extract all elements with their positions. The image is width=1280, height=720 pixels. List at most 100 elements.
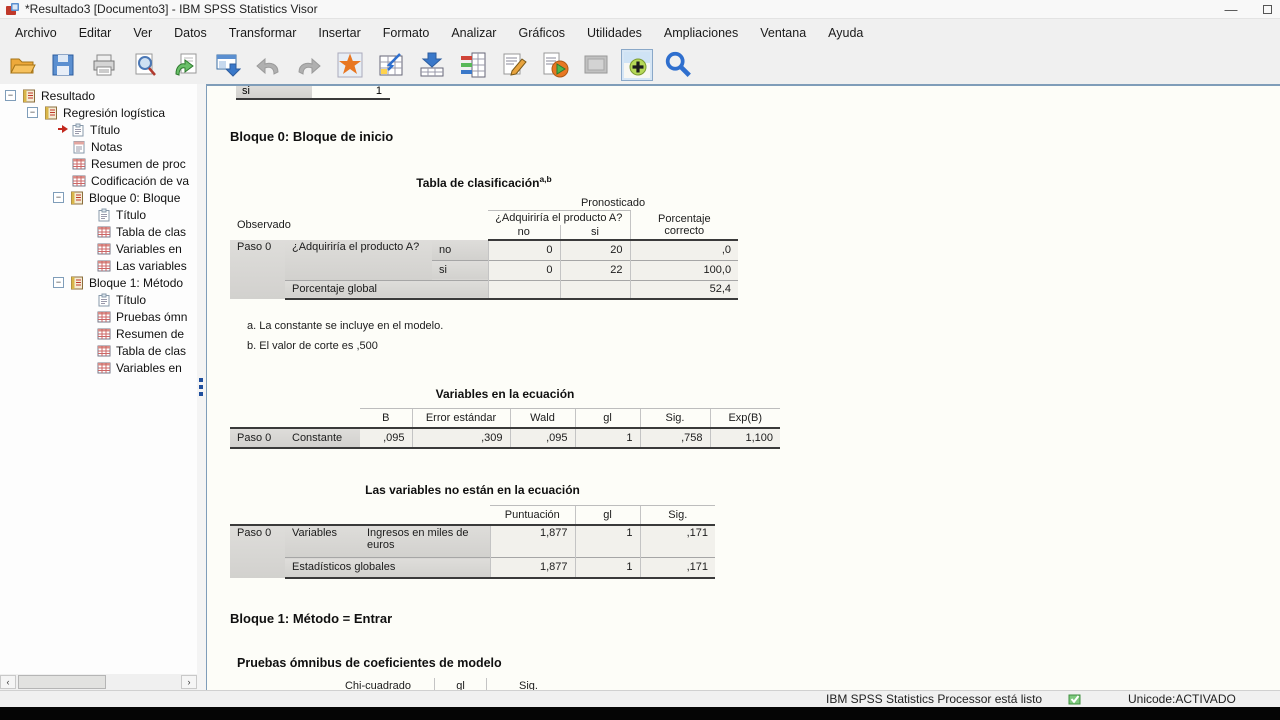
classification-footnote-a: a. La constante se incluye en el modelo. (247, 320, 444, 332)
table-icon (97, 242, 112, 256)
undo-icon[interactable] (252, 49, 284, 81)
edit-output-icon[interactable] (498, 49, 530, 81)
omnibus-title[interactable]: Pruebas ómnibus de coeficientes de model… (237, 656, 502, 670)
title-icon (71, 123, 86, 137)
menu-ver[interactable]: Ver (122, 22, 163, 44)
main-area: − Resultado − Regresión logística Título… (0, 84, 1280, 690)
maximize-button[interactable] (1252, 0, 1280, 18)
table-icon (97, 361, 112, 375)
clipped-table-fragment[interactable]: si 1 (236, 86, 390, 100)
scrollbar-thumb[interactable] (18, 675, 106, 689)
collapse-icon[interactable]: − (53, 277, 64, 288)
unicode-status: Unicode:ACTIVADO (1128, 692, 1236, 706)
table-icon (97, 225, 112, 239)
pane-splitter[interactable] (197, 84, 206, 690)
menu-graficos[interactable]: Gráficos (507, 22, 576, 44)
classification-table-title[interactable]: Tabla de clasificacióna,b (230, 174, 738, 190)
minimize-button[interactable]: — (1216, 0, 1246, 18)
table-icon (97, 259, 112, 273)
title-icon (97, 208, 112, 222)
spss-viewer-window: *Resultado3 [Documento3] - IBM SPSS Stat… (0, 0, 1280, 720)
table-icon (97, 310, 112, 324)
status-bar: IBM SPSS Statistics Processor está listo… (0, 690, 1280, 707)
menu-insertar[interactable]: Insertar (307, 22, 371, 44)
menu-utilidades[interactable]: Utilidades (576, 22, 653, 44)
tree-item-pruebas-omnibus[interactable]: Pruebas ómn (0, 308, 197, 325)
menu-analizar[interactable]: Analizar (440, 22, 507, 44)
scroll-right-icon[interactable]: › (181, 675, 197, 689)
outline-pane: − Resultado − Regresión logística Título… (0, 84, 197, 674)
current-item-arrow-icon (58, 123, 69, 137)
menu-ventana[interactable]: Ventana (749, 22, 817, 44)
tree-item-regresion-logistica[interactable]: − Regresión logística (0, 104, 197, 121)
show-hide-output-icon[interactable] (621, 49, 653, 81)
tree-item-codificacion[interactable]: Codificación de va (0, 172, 197, 189)
classification-footnote-b: b. El valor de corte es ,500 (247, 340, 378, 352)
tree-item-resultado[interactable]: − Resultado (0, 87, 197, 104)
menu-formato[interactable]: Formato (372, 22, 441, 44)
print-preview-icon[interactable] (129, 49, 161, 81)
tree-item-notas[interactable]: Notas (0, 138, 197, 155)
classification-table[interactable]: Pronosticado Observado ¿Adquiriría el pr… (230, 196, 739, 300)
open-icon[interactable] (6, 49, 38, 81)
menu-datos[interactable]: Datos (163, 22, 218, 44)
table-icon (72, 157, 87, 171)
tree-item-titulo-1[interactable]: Título (0, 121, 197, 138)
title-icon (97, 293, 112, 307)
toolbar (0, 46, 1280, 84)
export-output-icon[interactable] (211, 49, 243, 81)
collapse-icon[interactable]: − (5, 90, 16, 101)
not-in-eq-table[interactable]: Puntuación gl Sig. Paso 0 Variables Ingr… (230, 505, 716, 579)
title-bar: *Resultado3 [Documento3] - IBM SPSS Stat… (0, 0, 1280, 19)
menu-ayuda[interactable]: Ayuda (817, 22, 874, 44)
letterbox-bar (0, 707, 1280, 720)
collapse-icon[interactable]: − (27, 107, 38, 118)
scroll-left-icon[interactable]: ‹ (0, 675, 16, 689)
block1-heading[interactable]: Bloque 1: Método = Entrar (230, 611, 392, 626)
run-script-icon[interactable] (539, 49, 571, 81)
app-icon (6, 2, 19, 15)
tree-item-las-variables[interactable]: Las variables (0, 257, 197, 274)
splitter-handle-icon[interactable] (199, 378, 203, 396)
processor-status: IBM SPSS Statistics Processor está listo (826, 692, 1043, 706)
collapse-icon[interactable]: − (53, 192, 64, 203)
tree-item-resumen-de[interactable]: Resumen de (0, 325, 197, 342)
book-icon (70, 276, 85, 290)
goto-variable-icon[interactable] (416, 49, 448, 81)
tree-item-bloque0[interactable]: − Bloque 0: Bloque (0, 189, 197, 206)
menu-editar[interactable]: Editar (68, 22, 123, 44)
omnibus-clipped-header[interactable]: Chi-cuadrado gl Sig. (230, 678, 570, 690)
tree-horizontal-scrollbar[interactable]: ‹ › (0, 674, 197, 690)
window-title: *Resultado3 [Documento3] - IBM SPSS Stat… (25, 2, 318, 16)
find-icon[interactable] (662, 49, 694, 81)
book-icon (70, 191, 85, 205)
menu-bar: Archivo Editar Ver Datos Transformar Ins… (0, 19, 1280, 46)
variables-icon[interactable] (457, 49, 489, 81)
select-last-output-icon[interactable] (580, 49, 612, 81)
goto-data-icon[interactable] (334, 49, 366, 81)
table-icon (72, 174, 87, 188)
notes-icon (72, 140, 87, 154)
not-in-eq-title[interactable]: Las variables no están en la ecuación (230, 483, 715, 497)
tree-item-variables-en-2[interactable]: Variables en (0, 359, 197, 376)
book-icon (44, 106, 59, 120)
tree-item-bloque1[interactable]: − Bloque 1: Método (0, 274, 197, 291)
book-icon (22, 89, 37, 103)
recall-dialogs-icon[interactable] (170, 49, 202, 81)
tree-item-titulo-3[interactable]: Título (0, 291, 197, 308)
save-icon[interactable] (47, 49, 79, 81)
tree-item-resumen-proc[interactable]: Resumen de proc (0, 155, 197, 172)
variables-eq-title[interactable]: Variables en la ecuación (230, 387, 780, 401)
tree-item-titulo-2[interactable]: Título (0, 206, 197, 223)
tree-item-tabla-clas-1[interactable]: Tabla de clas (0, 223, 197, 240)
menu-transformar[interactable]: Transformar (218, 22, 308, 44)
menu-ampliaciones[interactable]: Ampliaciones (653, 22, 749, 44)
print-icon[interactable] (88, 49, 120, 81)
goto-case-icon[interactable] (375, 49, 407, 81)
tree-item-variables-en-1[interactable]: Variables en (0, 240, 197, 257)
menu-archivo[interactable]: Archivo (4, 22, 68, 44)
block0-heading[interactable]: Bloque 0: Bloque de inicio (230, 129, 393, 144)
tree-item-tabla-clas-2[interactable]: Tabla de clas (0, 342, 197, 359)
redo-icon[interactable] (293, 49, 325, 81)
variables-eq-table[interactable]: B Error estándar Wald gl Sig. Exp(B) Pas… (230, 408, 780, 449)
